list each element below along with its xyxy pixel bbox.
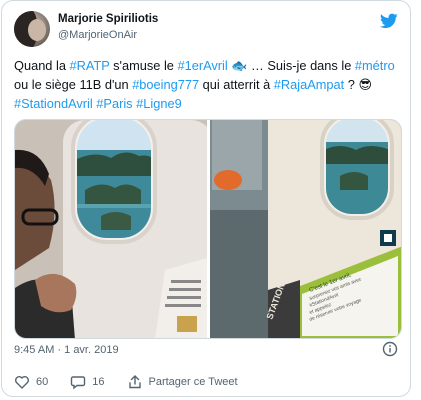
tweet-text-segment: … Suis-je dans le (247, 58, 355, 73)
heart-icon (15, 376, 29, 389)
share-label: Partager ce Tweet (148, 376, 238, 388)
hashtag-link[interactable]: #boeing777 (132, 77, 199, 92)
hashtag-link[interactable]: #RATP (70, 58, 110, 73)
reply-button[interactable]: 16 (70, 374, 105, 390)
tweet-card[interactable]: Marjorie Spiriliotis @MarjorieOnAir Quan… (1, 0, 411, 397)
tweet-text-segment: ? (344, 77, 359, 92)
tweet-text: Quand la #RATP s'amuse le #1erAvril 🐟 … … (14, 56, 404, 113)
hashtag-link[interactable]: #StationdAvril (14, 96, 93, 111)
twitter-bird-icon[interactable] (380, 13, 398, 29)
hashtag-link[interactable]: #RajaAmpat (274, 77, 344, 92)
emoji: 🐟 (231, 58, 248, 73)
tweet-text-segment: qui atterrit à (199, 77, 274, 92)
author-handle[interactable]: @MarjorieOnAir (58, 29, 137, 41)
like-button[interactable]: 60 (14, 374, 48, 390)
hashtag-link[interactable]: #Ligne9 (136, 96, 182, 111)
hashtag-link[interactable]: #1erAvril (177, 58, 227, 73)
tweet-text-segment: s'amuse le (109, 58, 178, 73)
avatar-face (28, 19, 46, 41)
media-photo-left[interactable] (15, 120, 207, 339)
tweet-time: 9:45 AM (14, 344, 55, 356)
tweet-media[interactable]: C'est le 1er avril, surprenez vos amis a… (14, 119, 402, 339)
tweet-text-segment: ou le siège 11B d'un (14, 77, 133, 92)
hashtag-link[interactable]: #Paris (96, 96, 132, 111)
share-icon (128, 375, 141, 389)
meta-separator: · (54, 344, 65, 356)
reply-bubble-icon (71, 376, 86, 390)
share-button[interactable]: Partager ce Tweet (127, 374, 238, 390)
author-name[interactable]: Marjorie Spiriliotis (58, 13, 158, 25)
avatar[interactable] (14, 11, 50, 47)
tweet-actions: 60 16 Partager ce Tweet (14, 374, 260, 390)
tweet-text-segment: Quand la (14, 58, 70, 73)
like-count: 60 (36, 376, 49, 388)
info-icon[interactable] (382, 341, 398, 357)
tweet-timestamp[interactable]: 9:45 AM · 1 avr. 2019 (14, 344, 119, 356)
hashtag-link[interactable]: #métro (355, 58, 395, 73)
emoji: 😎 (358, 77, 372, 92)
media-photo-right[interactable]: C'est le 1er avril, surprenez vos amis a… (210, 120, 402, 339)
reply-count: 16 (92, 376, 105, 388)
tweet-date: 1 avr. 2019 (64, 344, 119, 356)
